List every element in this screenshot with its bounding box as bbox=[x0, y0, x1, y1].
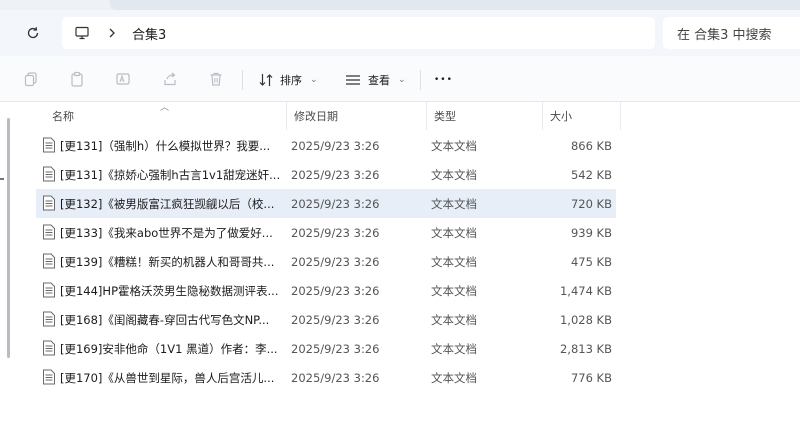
file-type: 文本文档 bbox=[431, 370, 477, 385]
tab-strip bbox=[0, 0, 800, 10]
navigation-pane-edge bbox=[0, 102, 20, 427]
view-label: 查看 bbox=[368, 74, 390, 87]
file-name: [更169]安非他命（1V1 黑道）作者：李... bbox=[60, 341, 278, 356]
file-row[interactable]: [更169]安非他命（1V1 黑道）作者：李... 2025/9/23 3:26… bbox=[36, 334, 616, 363]
file-type: 文本文档 bbox=[431, 138, 477, 153]
file-name: [更131]（强制h）什么模拟世界？我要... bbox=[60, 138, 271, 153]
file-size: 2,813 KB bbox=[559, 341, 612, 356]
command-bar: 排序 ⌄ 查看 ⌄ ••• bbox=[0, 56, 800, 102]
navigation-marker bbox=[0, 178, 4, 180]
file-type: 文本文档 bbox=[431, 196, 477, 211]
file-name: [更170]《从兽世到星际，兽人后宫活儿... bbox=[60, 370, 275, 385]
text-file-icon bbox=[43, 311, 55, 327]
text-file-icon bbox=[43, 195, 55, 211]
delete-icon[interactable] bbox=[206, 69, 226, 89]
column-name-label: 名称 bbox=[52, 110, 74, 123]
text-file-icon bbox=[43, 253, 55, 269]
file-size: 720 KB bbox=[570, 196, 612, 211]
file-name: [更139]《糟糕！新买的机器人和哥哥共... bbox=[60, 254, 275, 269]
sort-button[interactable]: 排序 ⌄ bbox=[258, 67, 318, 93]
column-header: ︿ 名称 修改日期 类型 大小 bbox=[36, 102, 621, 130]
file-date: 2025/9/23 3:26 bbox=[291, 196, 380, 211]
sort-icon bbox=[259, 74, 273, 86]
copy-icon[interactable] bbox=[21, 69, 41, 89]
sort-label: 排序 bbox=[280, 74, 302, 87]
file-date: 2025/9/23 3:26 bbox=[291, 167, 380, 182]
text-file-icon bbox=[43, 340, 55, 356]
file-date: 2025/9/23 3:26 bbox=[291, 341, 380, 356]
column-type[interactable]: 类型 bbox=[426, 102, 542, 130]
chevron-right-icon[interactable] bbox=[108, 26, 118, 40]
file-type: 文本文档 bbox=[431, 254, 477, 269]
chevron-down-icon: ⌄ bbox=[398, 75, 406, 85]
text-file-icon bbox=[43, 137, 55, 153]
file-list: [更131]（强制h）什么模拟世界？我要... 2025/9/23 3:26 文… bbox=[36, 131, 616, 392]
breadcrumb-current[interactable]: 合集3 bbox=[132, 24, 166, 43]
file-date: 2025/9/23 3:26 bbox=[291, 312, 380, 327]
more-options-button[interactable]: ••• bbox=[434, 67, 453, 93]
file-size: 866 KB bbox=[570, 138, 612, 153]
file-size: 776 KB bbox=[570, 370, 612, 385]
column-divider[interactable] bbox=[620, 102, 621, 130]
address-row: 合集3 在 合集3 中搜索 bbox=[0, 10, 800, 56]
file-row[interactable]: [更131]（强制h）什么模拟世界？我要... 2025/9/23 3:26 文… bbox=[36, 131, 616, 160]
column-date-label: 修改日期 bbox=[294, 110, 338, 123]
file-size: 939 KB bbox=[570, 225, 612, 240]
more-icon: ••• bbox=[434, 75, 453, 85]
file-name: [更131]《掠娇心强制h古言1v1甜宠迷奸... bbox=[60, 167, 281, 182]
file-name: [更132]《被男版富江疯狂觊觎以后（校... bbox=[60, 196, 275, 211]
chevron-down-icon: ⌄ bbox=[310, 75, 318, 85]
file-type: 文本文档 bbox=[431, 283, 477, 298]
file-name: [更133]《我来abo世界不是为了做爱好... bbox=[60, 225, 273, 240]
active-tab-edge bbox=[110, 0, 800, 10]
file-row-selected[interactable]: [更132]《被男版富江疯狂觊觎以后（校... 2025/9/23 3:26 文… bbox=[36, 189, 616, 218]
file-type: 文本文档 bbox=[431, 167, 477, 182]
view-button[interactable]: 查看 ⌄ bbox=[344, 67, 406, 93]
file-type: 文本文档 bbox=[431, 312, 477, 327]
file-row[interactable]: [更133]《我来abo世界不是为了做爱好... 2025/9/23 3:26 … bbox=[36, 218, 616, 247]
file-size: 542 KB bbox=[570, 167, 612, 182]
toolbar-separator bbox=[420, 70, 421, 90]
file-date: 2025/9/23 3:26 bbox=[291, 370, 380, 385]
column-name[interactable]: 名称 bbox=[36, 102, 286, 130]
column-type-label: 类型 bbox=[434, 110, 456, 123]
file-row[interactable]: [更170]《从兽世到星际，兽人后宫活儿... 2025/9/23 3:26 文… bbox=[36, 363, 616, 392]
file-date: 2025/9/23 3:26 bbox=[291, 138, 380, 153]
file-date: 2025/9/23 3:26 bbox=[291, 225, 380, 240]
refresh-button[interactable] bbox=[20, 20, 46, 46]
file-row[interactable]: [更168]《闺阁藏春-穿回古代写色文NP... 2025/9/23 3:26 … bbox=[36, 305, 616, 334]
view-list-icon bbox=[346, 75, 360, 85]
rename-icon[interactable] bbox=[113, 69, 133, 89]
file-type: 文本文档 bbox=[431, 341, 477, 356]
share-icon[interactable] bbox=[160, 69, 180, 89]
file-name: [更144]HP霍格沃茨男生隐秘数据测评表... bbox=[60, 283, 279, 298]
navigation-scrollbar[interactable] bbox=[7, 118, 10, 358]
text-file-icon bbox=[43, 224, 55, 240]
refresh-icon bbox=[27, 27, 39, 39]
file-date: 2025/9/23 3:26 bbox=[291, 254, 380, 269]
file-size: 1,028 KB bbox=[559, 312, 612, 327]
file-row[interactable]: [更131]《掠娇心强制h古言1v1甜宠迷奸... 2025/9/23 3:26… bbox=[36, 160, 616, 189]
column-date[interactable]: 修改日期 bbox=[286, 102, 426, 130]
file-size: 1,474 KB bbox=[559, 283, 612, 298]
file-row[interactable]: [更144]HP霍格沃茨男生隐秘数据测评表... 2025/9/23 3:26 … bbox=[36, 276, 616, 305]
text-file-icon bbox=[43, 282, 55, 298]
file-type: 文本文档 bbox=[431, 225, 477, 240]
file-date: 2025/9/23 3:26 bbox=[291, 283, 380, 298]
text-file-icon bbox=[43, 166, 55, 182]
file-name: [更168]《闺阁藏春-穿回古代写色文NP... bbox=[60, 312, 270, 327]
column-size-label: 大小 bbox=[550, 110, 572, 123]
toolbar-separator bbox=[242, 70, 243, 90]
search-placeholder: 在 合集3 中搜索 bbox=[677, 27, 772, 43]
search-input[interactable]: 在 合集3 中搜索 bbox=[663, 17, 800, 49]
text-file-icon bbox=[43, 369, 55, 385]
column-size[interactable]: 大小 bbox=[542, 102, 620, 130]
address-bar[interactable]: 合集3 bbox=[62, 17, 655, 49]
file-row[interactable]: [更139]《糟糕！新买的机器人和哥哥共... 2025/9/23 3:26 文… bbox=[36, 247, 616, 276]
file-size: 475 KB bbox=[570, 254, 612, 269]
paste-icon[interactable] bbox=[67, 69, 87, 89]
this-pc-icon[interactable] bbox=[74, 24, 92, 42]
